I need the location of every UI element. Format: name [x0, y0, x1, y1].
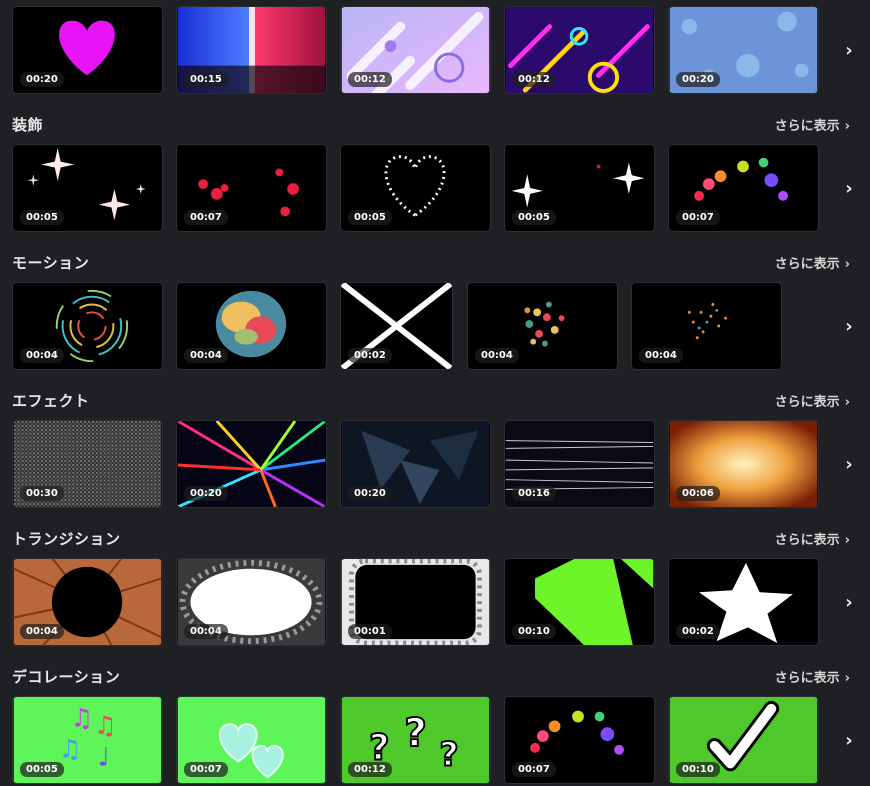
clip-light-burst[interactable]: 00:20: [176, 420, 327, 508]
duration-label: 00:20: [348, 486, 392, 501]
duration-label: 00:05: [348, 210, 392, 225]
thumbnail-row: 00:04 00:04 00:02 00:04 00:04 ›: [0, 282, 870, 372]
show-more-label: さらに表示: [774, 395, 840, 410]
chevron-right-icon: ›: [844, 533, 850, 548]
duration-label: 00:20: [676, 72, 720, 87]
duration-label: 00:04: [639, 348, 683, 363]
clip-blue-bokeh[interactable]: 00:20: [668, 6, 819, 94]
show-more-link[interactable]: さらに表示 ›: [775, 115, 850, 134]
duration-label: 00:04: [20, 348, 64, 363]
clip-sparkles[interactable]: 00:05: [12, 144, 163, 232]
show-more-link[interactable]: さらに表示 ›: [775, 253, 850, 272]
section-title: モーション: [12, 254, 90, 272]
thumbnail-row: ♫ ♫ ♫ ♩ 00:05 00:07 ? ? ? 00:12 00:07 00…: [0, 696, 870, 786]
clip-ink-frame-black[interactable]: 00:01: [340, 558, 491, 646]
duration-label: 00:04: [184, 348, 228, 363]
show-more-label: さらに表示: [774, 533, 840, 548]
show-more-link[interactable]: さらに表示 ›: [775, 391, 850, 410]
thumbnail-row: 00:30 00:20 00:20 00:16 00:06 ›: [0, 420, 870, 510]
chevron-right-icon[interactable]: ›: [840, 592, 858, 614]
clip-sparkle-heart[interactable]: 00:05: [340, 144, 491, 232]
chevron-right-icon: ›: [844, 395, 850, 410]
svg-text:♫: ♫: [59, 734, 82, 764]
chevron-right-icon[interactable]: ›: [840, 730, 858, 752]
chevron-right-icon: ›: [844, 119, 850, 134]
clip-colorful-hearts[interactable]: 00:07: [668, 144, 819, 232]
svg-text:♩: ♩: [98, 741, 110, 771]
section-title: トランジション: [12, 530, 121, 548]
show-more-link[interactable]: さらに表示 ›: [775, 529, 850, 548]
duration-label: 00:01: [348, 624, 392, 639]
chevron-right-icon: ›: [844, 671, 850, 686]
clip-music-notes[interactable]: ♫ ♫ ♫ ♩ 00:05: [12, 696, 163, 784]
duration-label: 00:12: [348, 72, 392, 87]
duration-label: 00:02: [676, 624, 720, 639]
show-more-label: さらに表示: [774, 671, 840, 686]
duration-label: 00:20: [184, 486, 228, 501]
show-more-label: さらに表示: [774, 257, 840, 272]
svg-text:?: ?: [439, 734, 458, 773]
duration-label: 00:05: [512, 210, 556, 225]
duration-label: 00:07: [184, 210, 228, 225]
chevron-right-icon[interactable]: ›: [840, 178, 858, 200]
duration-label: 00:02: [348, 348, 392, 363]
clip-red-hearts[interactable]: 00:07: [176, 144, 327, 232]
thumbnail-row: 00:04 00:04 00:01 00:10 00:02 ›: [0, 558, 870, 648]
duration-label: 00:12: [348, 762, 392, 777]
show-more-label: さらに表示: [774, 119, 840, 134]
clip-tv-noise[interactable]: 00:30: [12, 420, 163, 508]
section-title: 装飾: [12, 116, 44, 134]
duration-label: 00:05: [20, 762, 64, 777]
clip-question-marks[interactable]: ? ? ? 00:12: [340, 696, 491, 784]
clip-cross-lines[interactable]: 00:02: [340, 282, 453, 370]
chevron-right-icon[interactable]: ›: [840, 454, 858, 476]
clip-fire-burst[interactable]: 00:06: [668, 420, 819, 508]
clip-pastel-shapes[interactable]: 00:12: [340, 6, 491, 94]
clip-spiral-lines[interactable]: 00:04: [12, 282, 163, 370]
clip-ink-frame-white[interactable]: 00:04: [176, 558, 327, 646]
chevron-right-icon[interactable]: ›: [840, 316, 858, 338]
clip-neon-shapes[interactable]: 00:12: [504, 6, 655, 94]
clip-shutter-iris[interactable]: 00:04: [12, 558, 163, 646]
duration-label: 00:10: [512, 624, 556, 639]
clip-green-brush[interactable]: 00:10: [504, 558, 655, 646]
duration-label: 00:15: [184, 72, 228, 87]
chevron-right-icon[interactable]: ›: [840, 40, 858, 62]
clip-fireworks[interactable]: 00:15: [176, 6, 327, 94]
clip-heart-arc[interactable]: 00:07: [504, 696, 655, 784]
duration-label: 00:30: [20, 486, 64, 501]
thumbnail-row: 00:05 00:07 00:05 00:05 00:07 ›: [0, 144, 870, 234]
clip-dark-crystal[interactable]: 00:20: [340, 420, 491, 508]
duration-label: 00:06: [676, 486, 720, 501]
clip-heart[interactable]: 00:20: [12, 6, 163, 94]
clip-scatter-dots[interactable]: 00:04: [631, 282, 782, 370]
duration-label: 00:12: [512, 72, 556, 87]
clip-check-mark[interactable]: 00:10: [668, 696, 819, 784]
show-more-link[interactable]: さらに表示 ›: [775, 667, 850, 686]
svg-text:♫: ♫: [94, 710, 117, 740]
duration-label: 00:04: [475, 348, 519, 363]
duration-label: 00:04: [20, 624, 64, 639]
duration-label: 00:10: [676, 762, 720, 777]
duration-label: 00:20: [20, 72, 64, 87]
clip-paint-blob[interactable]: 00:04: [176, 282, 327, 370]
clip-star-wipe[interactable]: 00:02: [668, 558, 819, 646]
thumbnail-row: 00:20 00:15 00:12 00:12 00:20 ›: [0, 6, 870, 96]
svg-text:♫: ♫: [70, 702, 93, 732]
svg-text:?: ?: [404, 711, 427, 756]
clip-bubble-hearts[interactable]: 00:07: [176, 696, 327, 784]
clip-confetti-cluster[interactable]: 00:04: [467, 282, 618, 370]
section-title: エフェクト: [12, 392, 90, 410]
clip-glitch-lines[interactable]: 00:16: [504, 420, 655, 508]
duration-label: 00:07: [512, 762, 556, 777]
clip-twinkle-stars[interactable]: 00:05: [504, 144, 655, 232]
chevron-right-icon: ›: [844, 257, 850, 272]
duration-label: 00:04: [184, 624, 228, 639]
duration-label: 00:07: [184, 762, 228, 777]
section-title: デコレーション: [12, 668, 121, 686]
duration-label: 00:07: [676, 210, 720, 225]
duration-label: 00:16: [512, 486, 556, 501]
duration-label: 00:05: [20, 210, 64, 225]
